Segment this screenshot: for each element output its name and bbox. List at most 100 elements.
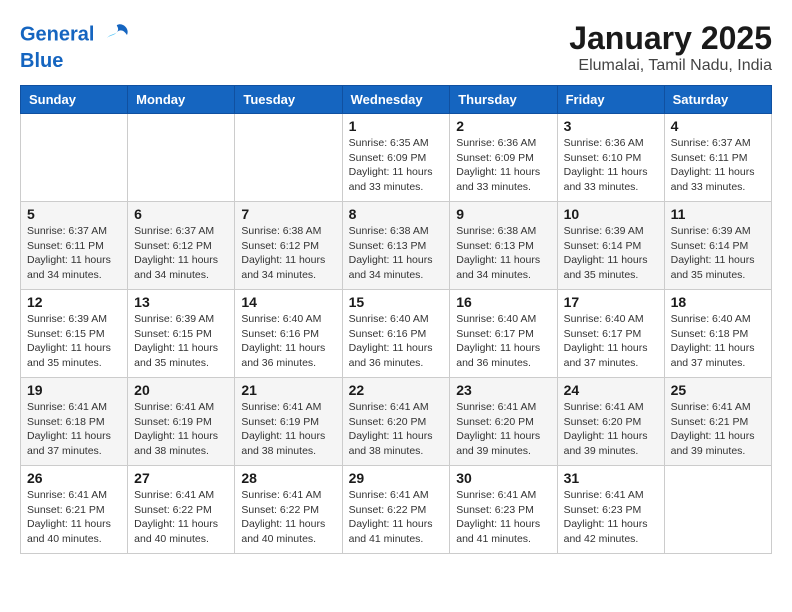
day-info: Sunrise: 6:40 AM Sunset: 6:17 PM Dayligh…	[564, 312, 658, 371]
calendar-cell: 1 Sunrise: 6:35 AM Sunset: 6:09 PM Daylig…	[342, 114, 450, 202]
day-number: 1	[349, 118, 444, 134]
day-info: Sunrise: 6:37 AM Sunset: 6:11 PM Dayligh…	[27, 224, 121, 283]
day-number: 11	[671, 206, 765, 222]
calendar-cell: 18 Sunrise: 6:40 AM Sunset: 6:18 PM Dayli…	[664, 290, 771, 378]
day-info: Sunrise: 6:40 AM Sunset: 6:17 PM Dayligh…	[456, 312, 550, 371]
logo: General Blue	[20, 20, 132, 72]
day-number: 23	[456, 382, 550, 398]
calendar-cell: 10 Sunrise: 6:39 AM Sunset: 6:14 PM Dayli…	[557, 202, 664, 290]
calendar-cell: 14Sunrise: 6:40 AM Sunset: 6:16 PM Dayli…	[235, 290, 342, 378]
logo-blue: Blue	[20, 50, 132, 72]
day-number: 31	[564, 470, 658, 486]
day-info: Sunrise: 6:41 AM Sunset: 6:18 PM Dayligh…	[27, 400, 121, 459]
day-info: Sunrise: 6:41 AM Sunset: 6:23 PM Dayligh…	[564, 488, 658, 547]
title-section: January 2025 Elumalai, Tamil Nadu, India	[569, 20, 772, 75]
week-row-2: 5 Sunrise: 6:37 AM Sunset: 6:11 PM Daylig…	[21, 202, 772, 290]
calendar-cell: 6 Sunrise: 6:37 AM Sunset: 6:12 PM Daylig…	[128, 202, 235, 290]
day-info: Sunrise: 6:41 AM Sunset: 6:22 PM Dayligh…	[134, 488, 228, 547]
day-number: 18	[671, 294, 765, 310]
day-number: 7	[241, 206, 335, 222]
weekday-header-sunday: Sunday	[21, 86, 128, 114]
day-info: Sunrise: 6:40 AM Sunset: 6:18 PM Dayligh…	[671, 312, 765, 371]
calendar-cell: 26Sunrise: 6:41 AM Sunset: 6:21 PM Dayli…	[21, 466, 128, 554]
calendar-cell: 21 Sunrise: 6:41 AM Sunset: 6:19 PM Dayli…	[235, 378, 342, 466]
day-number: 15	[349, 294, 444, 310]
day-info: Sunrise: 6:39 AM Sunset: 6:15 PM Dayligh…	[27, 312, 121, 371]
calendar-cell: 3 Sunrise: 6:36 AM Sunset: 6:10 PM Daylig…	[557, 114, 664, 202]
day-number: 20	[134, 382, 228, 398]
calendar-cell: 27Sunrise: 6:41 AM Sunset: 6:22 PM Dayli…	[128, 466, 235, 554]
calendar-table: SundayMondayTuesdayWednesdayThursdayFrid…	[20, 85, 772, 554]
day-info: Sunrise: 6:39 AM Sunset: 6:14 PM Dayligh…	[671, 224, 765, 283]
logo-general: General	[20, 23, 94, 45]
day-info: Sunrise: 6:41 AM Sunset: 6:19 PM Dayligh…	[134, 400, 228, 459]
calendar-cell: 15 Sunrise: 6:40 AM Sunset: 6:16 PM Dayli…	[342, 290, 450, 378]
day-number: 26	[27, 470, 121, 486]
logo-bird-icon	[102, 20, 132, 50]
day-number: 29	[349, 470, 444, 486]
calendar-cell: 29 Sunrise: 6:41 AM Sunset: 6:22 PM Dayli…	[342, 466, 450, 554]
day-info: Sunrise: 6:35 AM Sunset: 6:09 PM Dayligh…	[349, 136, 444, 195]
calendar-cell	[664, 466, 771, 554]
day-number: 22	[349, 382, 444, 398]
day-info: Sunrise: 6:41 AM Sunset: 6:22 PM Dayligh…	[241, 488, 335, 547]
weekday-header-monday: Monday	[128, 86, 235, 114]
day-number: 16	[456, 294, 550, 310]
day-number: 2	[456, 118, 550, 134]
calendar-cell: 20 Sunrise: 6:41 AM Sunset: 6:19 PM Dayli…	[128, 378, 235, 466]
day-number: 28	[241, 470, 335, 486]
day-info: Sunrise: 6:36 AM Sunset: 6:09 PM Dayligh…	[456, 136, 550, 195]
day-number: 13	[134, 294, 228, 310]
day-info: Sunrise: 6:36 AM Sunset: 6:10 PM Dayligh…	[564, 136, 658, 195]
calendar-cell: 17 Sunrise: 6:40 AM Sunset: 6:17 PM Dayli…	[557, 290, 664, 378]
day-number: 8	[349, 206, 444, 222]
day-number: 30	[456, 470, 550, 486]
day-number: 17	[564, 294, 658, 310]
day-number: 6	[134, 206, 228, 222]
day-number: 9	[456, 206, 550, 222]
day-info: Sunrise: 6:41 AM Sunset: 6:21 PM Dayligh…	[671, 400, 765, 459]
day-info: Sunrise: 6:40 AM Sunset: 6:16 PM Dayligh…	[349, 312, 444, 371]
week-row-5: 26Sunrise: 6:41 AM Sunset: 6:21 PM Dayli…	[21, 466, 772, 554]
calendar-cell	[21, 114, 128, 202]
day-number: 19	[27, 382, 121, 398]
day-number: 3	[564, 118, 658, 134]
calendar-cell: 16 Sunrise: 6:40 AM Sunset: 6:17 PM Dayli…	[450, 290, 557, 378]
calendar-cell	[235, 114, 342, 202]
day-number: 10	[564, 206, 658, 222]
day-info: Sunrise: 6:37 AM Sunset: 6:11 PM Dayligh…	[671, 136, 765, 195]
day-info: Sunrise: 6:38 AM Sunset: 6:13 PM Dayligh…	[349, 224, 444, 283]
calendar-cell: 22Sunrise: 6:41 AM Sunset: 6:20 PM Dayli…	[342, 378, 450, 466]
day-info: Sunrise: 6:41 AM Sunset: 6:22 PM Dayligh…	[349, 488, 444, 547]
day-info: Sunrise: 6:37 AM Sunset: 6:12 PM Dayligh…	[134, 224, 228, 283]
week-row-1: 1 Sunrise: 6:35 AM Sunset: 6:09 PM Daylig…	[21, 114, 772, 202]
calendar-cell: 5 Sunrise: 6:37 AM Sunset: 6:11 PM Daylig…	[21, 202, 128, 290]
calendar-cell: 13 Sunrise: 6:39 AM Sunset: 6:15 PM Dayli…	[128, 290, 235, 378]
day-info: Sunrise: 6:38 AM Sunset: 6:12 PM Dayligh…	[241, 224, 335, 283]
day-info: Sunrise: 6:41 AM Sunset: 6:20 PM Dayligh…	[564, 400, 658, 459]
weekday-header-saturday: Saturday	[664, 86, 771, 114]
calendar-cell: 8 Sunrise: 6:38 AM Sunset: 6:13 PM Daylig…	[342, 202, 450, 290]
page-header: General Blue January 2025 Elumalai, Tami…	[20, 20, 772, 75]
calendar-cell: 23Sunrise: 6:41 AM Sunset: 6:20 PM Dayli…	[450, 378, 557, 466]
calendar-cell: 4Sunrise: 6:37 AM Sunset: 6:11 PM Daylig…	[664, 114, 771, 202]
day-info: Sunrise: 6:39 AM Sunset: 6:14 PM Dayligh…	[564, 224, 658, 283]
week-row-3: 12Sunrise: 6:39 AM Sunset: 6:15 PM Dayli…	[21, 290, 772, 378]
calendar-cell: 30Sunrise: 6:41 AM Sunset: 6:23 PM Dayli…	[450, 466, 557, 554]
day-number: 24	[564, 382, 658, 398]
day-info: Sunrise: 6:39 AM Sunset: 6:15 PM Dayligh…	[134, 312, 228, 371]
weekday-header-thursday: Thursday	[450, 86, 557, 114]
week-row-4: 19 Sunrise: 6:41 AM Sunset: 6:18 PM Dayli…	[21, 378, 772, 466]
calendar-cell	[128, 114, 235, 202]
calendar-cell: 31 Sunrise: 6:41 AM Sunset: 6:23 PM Dayli…	[557, 466, 664, 554]
month-title: January 2025	[569, 20, 772, 57]
calendar-cell: 7 Sunrise: 6:38 AM Sunset: 6:12 PM Daylig…	[235, 202, 342, 290]
day-info: Sunrise: 6:41 AM Sunset: 6:19 PM Dayligh…	[241, 400, 335, 459]
day-number: 21	[241, 382, 335, 398]
day-number: 25	[671, 382, 765, 398]
calendar-cell: 12Sunrise: 6:39 AM Sunset: 6:15 PM Dayli…	[21, 290, 128, 378]
calendar-cell: 24 Sunrise: 6:41 AM Sunset: 6:20 PM Dayli…	[557, 378, 664, 466]
day-number: 5	[27, 206, 121, 222]
day-info: Sunrise: 6:38 AM Sunset: 6:13 PM Dayligh…	[456, 224, 550, 283]
calendar-cell: 9 Sunrise: 6:38 AM Sunset: 6:13 PM Daylig…	[450, 202, 557, 290]
